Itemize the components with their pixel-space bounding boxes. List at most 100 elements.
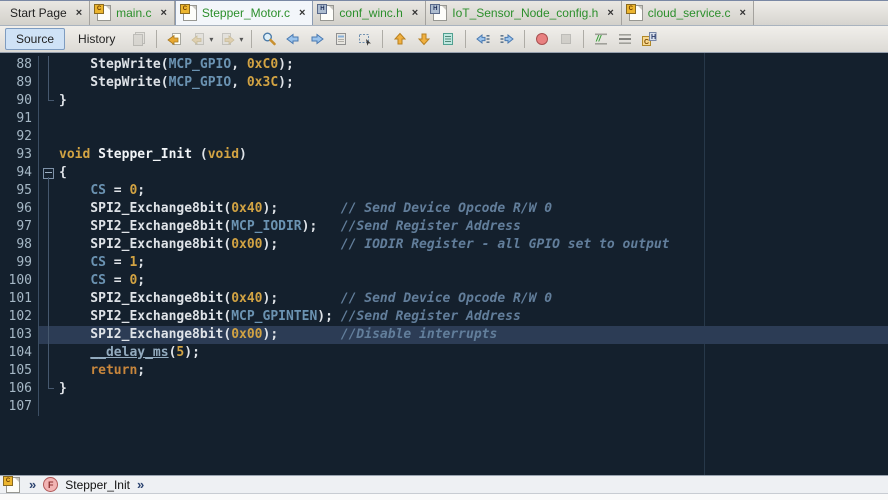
h-file-icon: H (433, 5, 447, 21)
shift-left-icon[interactable] (472, 29, 494, 49)
tab-label: Stepper_Motor.c (202, 6, 290, 20)
dropdown-arrow-icon[interactable]: ▾ (239, 35, 243, 44)
code-line-91[interactable]: 91 (0, 110, 888, 128)
fold-indicator[interactable] (39, 164, 59, 182)
chevron-right-icon[interactable]: » (137, 477, 144, 492)
code-line-92[interactable]: 92 (0, 128, 888, 146)
c-file-icon: C (97, 5, 111, 21)
forward-icon (217, 29, 239, 49)
tab-main-c[interactable]: Cmain.c× (90, 1, 175, 25)
fold-indicator (39, 200, 59, 218)
tab-label: cloud_service.c (648, 6, 731, 20)
close-icon[interactable]: × (76, 7, 82, 19)
line-number: 90 (0, 92, 39, 110)
chevron-right-icon[interactable]: » (29, 477, 36, 492)
close-icon[interactable]: × (160, 7, 166, 19)
code-line-93[interactable]: 93void Stepper_Init (void) (0, 146, 888, 164)
code-line-97[interactable]: 97 SPI2_Exchange8bit(MCP_IODIR); //Send … (0, 218, 888, 236)
code-line-105[interactable]: 105 return; (0, 362, 888, 380)
rectangular-selection-icon[interactable] (354, 29, 376, 49)
code-text: CS = 0; (59, 182, 888, 200)
fold-indicator (39, 56, 59, 74)
tab-cloud-service-c[interactable]: Ccloud_service.c× (622, 1, 754, 25)
source-view-button[interactable]: Source (5, 28, 65, 50)
close-icon[interactable]: × (740, 7, 746, 19)
tab-start-page[interactable]: Start Page× (0, 1, 90, 25)
tab-label: conf_winc.h (339, 6, 402, 20)
code-text: return; (59, 362, 888, 380)
fold-indicator (39, 218, 59, 236)
tab-conf-winc-h[interactable]: Hconf_winc.h × (313, 1, 426, 25)
code-line-103[interactable]: 103 SPI2_Exchange8bit(0x00); //Disable i… (0, 326, 888, 344)
function-icon: F (43, 477, 58, 492)
breadcrumb-function[interactable]: Stepper_Init (65, 478, 130, 492)
code-editor[interactable]: 88 StepWrite(MCP_GPIO, 0xC0);89 StepWrit… (0, 53, 888, 475)
shift-right-icon[interactable] (496, 29, 518, 49)
uncomment-icon[interactable] (614, 29, 636, 49)
toggle-bookmark-icon[interactable] (330, 29, 352, 49)
code-line-96[interactable]: 96 SPI2_Exchange8bit(0x40); // Send Devi… (0, 200, 888, 218)
code-line-101[interactable]: 101 SPI2_Exchange8bit(0x40); // Send Dev… (0, 290, 888, 308)
close-icon[interactable]: × (299, 7, 305, 19)
previous-occurrence-icon[interactable] (389, 29, 411, 49)
next-bookmark-icon[interactable] (306, 29, 328, 49)
toggle-header-source-icon[interactable]: CH (638, 29, 660, 49)
code-line-88[interactable]: 88 StepWrite(MCP_GPIO, 0xC0); (0, 56, 888, 74)
code-rows: 88 StepWrite(MCP_GPIO, 0xC0);89 StepWrit… (0, 53, 888, 416)
fold-indicator (39, 290, 59, 308)
code-line-98[interactable]: 98 SPI2_Exchange8bit(0x00); // IODIR Reg… (0, 236, 888, 254)
dropdown-arrow-icon[interactable]: ▾ (209, 35, 213, 44)
stop-macro-icon (555, 29, 577, 49)
diff-icon (128, 29, 150, 49)
code-line-102[interactable]: 102 SPI2_Exchange8bit(MCP_GPINTEN); //Se… (0, 308, 888, 326)
toolbar-separator (465, 30, 466, 48)
last-edit-icon[interactable] (163, 29, 185, 49)
line-number: 106 (0, 380, 39, 398)
code-line-99[interactable]: 99 CS = 1; (0, 254, 888, 272)
code-line-100[interactable]: 100 CS = 0; (0, 272, 888, 290)
tab-label: IoT_Sensor_Node_config.h (452, 6, 598, 20)
fold-indicator (39, 146, 59, 164)
code-line-107[interactable]: 107 (0, 398, 888, 416)
fold-indicator (39, 254, 59, 272)
toolbar-icon-group: ▾ ▾ // CH (128, 29, 660, 49)
svg-text:C: C (644, 39, 649, 46)
code-line-94[interactable]: 94{ (0, 164, 888, 182)
code-line-90[interactable]: 90} (0, 92, 888, 110)
close-icon[interactable]: × (412, 7, 418, 19)
fold-indicator (39, 92, 59, 110)
code-line-106[interactable]: 106} (0, 380, 888, 398)
line-number: 105 (0, 362, 39, 380)
close-icon[interactable]: × (607, 7, 613, 19)
next-occurrence-icon[interactable] (413, 29, 435, 49)
comment-icon[interactable]: // (590, 29, 612, 49)
tab-stepper-motor-c[interactable]: CStepper_Motor.c× (175, 1, 314, 25)
tab-iot-sensor-node-config-h[interactable]: H IoT_Sensor_Node_config.h × (426, 1, 622, 25)
code-line-95[interactable]: 95 CS = 0; (0, 182, 888, 200)
back-icon (187, 29, 209, 49)
history-view-button[interactable]: History (67, 28, 126, 50)
line-number: 102 (0, 308, 39, 326)
code-text: } (59, 380, 888, 398)
fold-indicator (39, 236, 59, 254)
record-macro-icon[interactable] (531, 29, 553, 49)
code-text (59, 110, 888, 128)
line-number: 93 (0, 146, 39, 164)
svg-text:H: H (651, 34, 656, 41)
fold-indicator (39, 272, 59, 290)
code-text: CS = 0; (59, 272, 888, 290)
toolbar-separator (156, 30, 157, 48)
code-text: { (59, 164, 888, 182)
code-text: CS = 1; (59, 254, 888, 272)
fold-indicator (39, 110, 59, 128)
code-line-89[interactable]: 89 StepWrite(MCP_GPIO, 0x3C); (0, 74, 888, 92)
h-file-icon: H (320, 5, 334, 21)
find-icon[interactable] (258, 29, 280, 49)
code-line-104[interactable]: 104 __delay_ms(5); (0, 344, 888, 362)
line-number: 96 (0, 200, 39, 218)
toggle-highlight-icon[interactable] (437, 29, 459, 49)
previous-bookmark-icon[interactable] (282, 29, 304, 49)
toolbar-separator (251, 30, 252, 48)
code-text (59, 398, 888, 416)
mplab-editor-window: Start Page×Cmain.c×CStepper_Motor.c×Hcon… (0, 0, 888, 500)
